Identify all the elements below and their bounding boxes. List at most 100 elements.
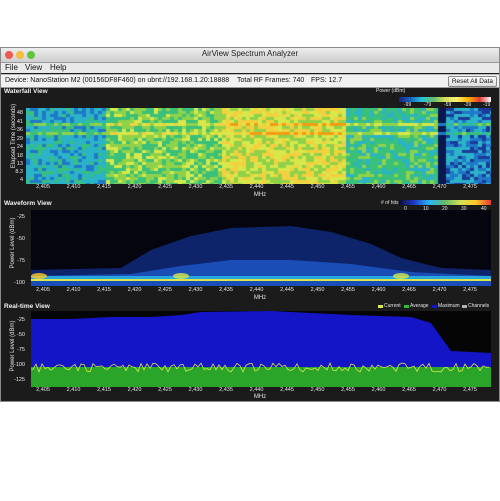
x-tick-label: 2,405 [36, 387, 50, 393]
waveform-y-tick: -100 [13, 280, 25, 286]
x-tick-label: 2,430 [188, 287, 203, 293]
realtime-y-tick: -50 [17, 332, 25, 338]
legend-average-label: Average [410, 303, 429, 309]
x-tick-label: 2,430 [188, 387, 203, 393]
legend-average-swatch [404, 305, 409, 308]
title-bar: AirView Spectrum Analyzer [1, 48, 499, 63]
legend-maximum-label: Maximum [438, 303, 460, 309]
waveform-x-axis-label: MHz [253, 295, 267, 301]
x-tick-label: 2,470 [432, 387, 447, 393]
x-tick-label: 2,470 [432, 287, 447, 293]
x-tick-label: 2,430 [188, 184, 203, 190]
x-tick-label: 2,405 [36, 184, 50, 190]
x-tick-label: 2,470 [432, 184, 447, 190]
menu-view[interactable]: View [25, 63, 42, 72]
waterfall-y-tick: 41 [16, 119, 23, 125]
x-tick-label: 2,435 [219, 387, 233, 393]
waveform-y-tick: -75 [17, 258, 25, 264]
legend-channels-swatch [462, 305, 467, 308]
waterfall-y-tick: 48 [16, 110, 23, 116]
x-tick-label: 2,420 [127, 287, 142, 293]
waterfall-legend-title: Power (dBm) [376, 88, 406, 94]
x-tick-label: 2,440 [249, 287, 264, 293]
waterfall-y-tick: 8.3 [15, 169, 23, 175]
x-tick-label: 2,455 [341, 184, 355, 190]
x-tick-label: 2,425 [158, 287, 172, 293]
x-tick-label: 2,460 [371, 184, 386, 190]
waterfall-y-tick: 18 [16, 153, 23, 159]
x-tick-label: 2,465 [402, 387, 416, 393]
x-tick-label: 2,475 [463, 387, 477, 393]
rf-frames-count: Total RF Frames: 740 [237, 77, 305, 84]
x-tick-label: 2,410 [66, 287, 81, 293]
x-tick-label: 2,460 [371, 287, 386, 293]
legend-current-swatch [378, 305, 383, 308]
x-tick-label: 2,455 [341, 287, 355, 293]
waterfall-x-axis: 2,405 2,410 2,415 2,420 2,425 2,430 2,435 2,440… [1, 184, 499, 194]
x-tick-label: 2,420 [127, 184, 142, 190]
realtime-y-tick: -125 [13, 377, 25, 383]
x-tick-label: 2,415 [97, 287, 111, 293]
waterfall-y-tick: 13 [16, 161, 23, 167]
x-tick-label: 2,425 [158, 184, 172, 190]
fps-readout: FPS: 12.7 [311, 77, 343, 84]
menu-file[interactable]: File [5, 63, 18, 72]
x-tick-label: 2,415 [97, 387, 111, 393]
waveform-panel: Waveform View # of hits 0 10 20 30 40 Po… [1, 200, 499, 298]
x-tick-label: 2,415 [97, 184, 111, 190]
x-tick-label: 2,410 [66, 184, 81, 190]
waveform-color-scale [399, 200, 491, 205]
realtime-title: Real-time View [4, 303, 50, 310]
x-tick-label: 2,440 [249, 387, 264, 393]
waterfall-panel: Waterfall View Power (dBm) -99 -79 -59 -… [1, 88, 499, 192]
waveform-y-tick: -50 [17, 236, 25, 242]
x-tick-label: 2,465 [402, 287, 416, 293]
x-tick-label: 2,410 [66, 387, 81, 393]
x-tick-label: 2,445 [280, 387, 294, 393]
legend-current-label: Current [384, 303, 401, 309]
realtime-power-plot [31, 311, 491, 387]
waveform-x-axis: 2,405 2,410 2,415 2,420 2,425 2,430 2,435 2,440… [1, 287, 499, 297]
x-tick-label: 2,445 [280, 287, 294, 293]
menu-help[interactable]: Help [50, 63, 66, 72]
x-tick-label: 2,460 [371, 387, 386, 393]
realtime-y-axis-label: Power Level (dBm) [10, 320, 16, 372]
x-tick-label: 2,475 [463, 184, 477, 190]
waterfall-y-tick: 4 [19, 177, 23, 183]
x-tick-label: 2,475 [463, 287, 477, 293]
x-tick-label: 2,420 [127, 387, 142, 393]
waterfall-title: Waterfall View [4, 88, 48, 95]
app-window: AirView Spectrum Analyzer File View Help… [0, 47, 500, 402]
x-tick-label: 2,450 [310, 287, 325, 293]
reset-all-data-button[interactable]: Reset All Data [447, 76, 497, 87]
waterfall-y-tick: 36 [16, 127, 23, 133]
waterfall-x-axis-label: MHz [253, 192, 267, 198]
window-title: AirView Spectrum Analyzer [201, 49, 299, 58]
legend-channels-label: Channels [468, 303, 490, 309]
x-tick-label: 2,455 [341, 387, 355, 393]
x-tick-label: 2,450 [310, 184, 325, 190]
waterfall-y-tick: 29 [16, 136, 23, 142]
realtime-x-axis: 2,405 2,410 2,415 2,420 2,425 2,430 2,435 2,440… [1, 387, 499, 397]
average-series-area [31, 367, 491, 387]
status-bar: Device: NanoStation M2 (00156DF8F460) on… [1, 74, 499, 88]
waterfall-heatmap [26, 108, 491, 184]
waveform-legend-title: # of hits [381, 200, 399, 206]
x-tick-label: 2,440 [249, 184, 264, 190]
waveform-title: Waveform View [4, 200, 52, 207]
waveform-density-plot [31, 210, 491, 286]
realtime-x-axis-label: MHz [253, 394, 267, 400]
legend-maximum-swatch [432, 305, 437, 308]
waterfall-canvas [26, 108, 491, 184]
waveform-y-tick: -25 [17, 214, 25, 220]
x-tick-label: 2,405 [36, 287, 50, 293]
x-tick-label: 2,435 [219, 184, 233, 190]
x-tick-label: 2,450 [310, 387, 325, 393]
waterfall-y-tick: 24 [16, 144, 23, 150]
x-tick-label: 2,435 [219, 287, 233, 293]
device-info: Device: NanoStation M2 (00156DF8F460) on… [5, 77, 230, 84]
x-tick-label: 2,425 [158, 387, 172, 393]
realtime-y-tick: -100 [13, 362, 25, 368]
realtime-y-tick: -75 [17, 347, 25, 353]
x-tick-label: 2,445 [280, 184, 294, 190]
